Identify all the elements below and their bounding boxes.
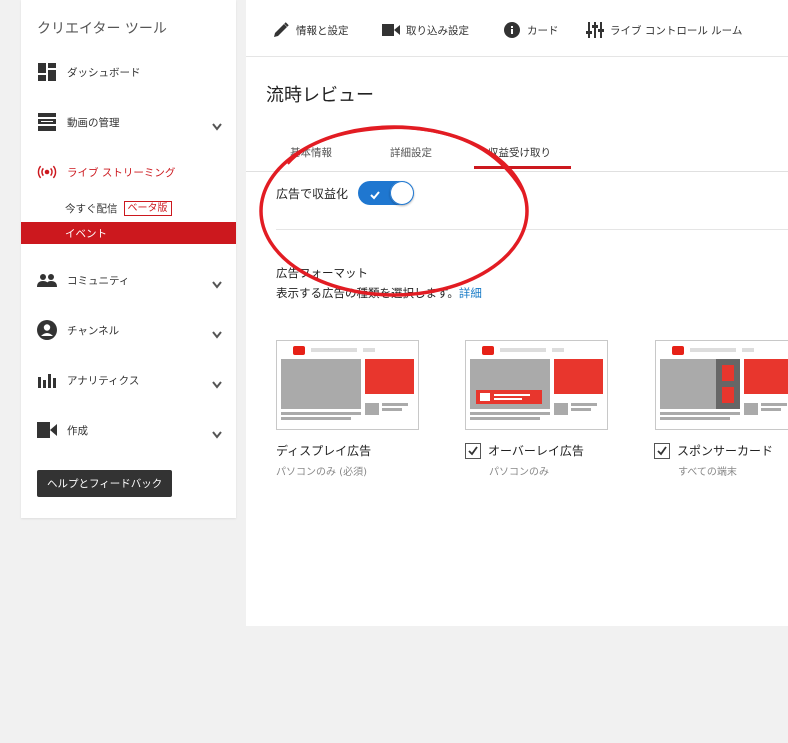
ad-formats-desc-text: 表示する広告の種類を選択します。 — [276, 286, 459, 300]
tab-monetization[interactable]: 収益受け取り — [488, 145, 551, 160]
sidebar-item-label: 動画の管理 — [67, 116, 120, 129]
chevron-down-icon[interactable] — [212, 116, 222, 135]
tab-advanced-settings[interactable]: 詳細設定 — [390, 145, 432, 160]
sponsor-card-preview — [655, 340, 788, 430]
channel-icon — [37, 320, 57, 340]
display-ad-note: パソコンのみ (必須) — [276, 467, 367, 478]
sidebar-item-channel[interactable]: チャンネル — [21, 316, 236, 344]
overlay-ad-checkbox[interactable] — [465, 442, 481, 459]
toolbar-live-control-room[interactable]: ライブ コントロール ルーム — [586, 20, 742, 40]
sidebar-item-label: ダッシュボード — [67, 66, 141, 79]
camera-icon — [382, 21, 400, 39]
toolbar-label: 取り込み設定 — [406, 24, 469, 37]
sidebar-item-label: チャンネル — [67, 324, 120, 337]
monetize-label: 広告で収益化 — [276, 186, 349, 201]
live-icon — [37, 162, 57, 182]
info-icon — [503, 21, 521, 39]
details-link[interactable]: 詳細 — [459, 286, 482, 300]
page-title: 流時レビュー — [266, 85, 374, 106]
monetize-row: 広告で収益化 — [276, 181, 415, 205]
sidebar-sub-stream-now[interactable]: 今すぐ配信 ベータ版 — [21, 198, 236, 218]
monetize-toggle[interactable] — [358, 181, 415, 205]
overlay-ad-label: オーバーレイ広告 — [465, 442, 584, 459]
sidebar-item-analytics[interactable]: アナリティクス — [21, 366, 236, 394]
format-name: オーバーレイ広告 — [488, 444, 584, 458]
sidebar-sub-label: イベント — [65, 227, 107, 240]
display-ad-thumbnail — [281, 346, 414, 420]
pencil-icon — [272, 21, 290, 39]
sidebar-item-label: コミュニティ — [67, 274, 130, 287]
sliders-icon — [586, 21, 604, 39]
format-name: スポンサーカード — [677, 444, 774, 458]
sponsor-card-label: スポンサーカード — [654, 442, 773, 459]
toolbar-label: ライブ コントロール ルーム — [610, 24, 743, 37]
sidebar-item-label: アナリティクス — [67, 374, 140, 387]
sidebar: クリエイター ツール ダッシュボード 動画の管理 ライブ ストリーミング 今すぐ… — [21, 0, 236, 518]
beta-badge: ベータ版 — [123, 200, 172, 216]
active-tab-indicator — [474, 166, 571, 169]
sidebar-sub-label: 今すぐ配信 — [65, 202, 118, 215]
tab-bar: 基本情報 詳細設定 収益受け取り — [246, 141, 788, 172]
main-panel: 流時レビュー 基本情報 詳細設定 収益受け取り 広告で収益化 広告フォーマット … — [246, 57, 788, 626]
dashboard-icon — [37, 62, 57, 82]
help-feedback-button[interactable]: ヘルプとフィードバック — [37, 470, 173, 497]
video-manager-icon — [37, 112, 57, 132]
toolbar-cards[interactable]: カード — [503, 20, 559, 40]
toolbar-label: カード — [527, 24, 559, 37]
sidebar-item-live-streaming[interactable]: ライブ ストリーミング — [21, 158, 236, 186]
sponsor-card-thumbnail — [660, 346, 788, 420]
overlay-ad-preview — [465, 340, 608, 430]
check-icon — [369, 186, 381, 205]
toolbar-info-settings[interactable]: 情報と設定 — [272, 20, 349, 40]
sidebar-item-dashboard[interactable]: ダッシュボード — [21, 58, 236, 86]
sidebar-item-label: 作成 — [67, 424, 88, 437]
ad-formats-title: 広告フォーマット — [276, 266, 368, 280]
analytics-icon — [37, 370, 57, 390]
display-ad-preview — [276, 340, 419, 430]
chevron-down-icon[interactable] — [212, 274, 222, 293]
sidebar-item-label: ライブ ストリーミング — [67, 166, 176, 179]
display-ad-label: ディスプレイ広告 — [276, 442, 371, 459]
toolbar-label: 情報と設定 — [296, 24, 349, 37]
sidebar-title: クリエイター ツール — [37, 21, 167, 37]
tab-basic-info[interactable]: 基本情報 — [290, 145, 332, 160]
check-icon — [468, 445, 478, 455]
sidebar-sub-events[interactable]: イベント — [21, 222, 236, 244]
overlay-ad-note: パソコンのみ — [489, 467, 549, 478]
format-name: ディスプレイ広告 — [276, 444, 372, 458]
sponsor-card-checkbox[interactable] — [654, 442, 670, 459]
sidebar-item-create[interactable]: 作成 — [21, 416, 236, 444]
sponsor-card-note: すべての端末 — [678, 467, 737, 478]
chevron-down-icon[interactable] — [212, 374, 222, 393]
video-camera-icon — [37, 420, 57, 440]
ad-formats-description: 表示する広告の種類を選択します。詳細 — [276, 285, 482, 301]
toggle-knob — [390, 181, 415, 205]
sidebar-item-community[interactable]: コミュニティ — [21, 266, 236, 294]
sidebar-item-video-manager[interactable]: 動画の管理 — [21, 108, 236, 136]
chevron-down-icon[interactable] — [212, 424, 222, 443]
divider — [276, 229, 788, 230]
toolbar: 情報と設定 取り込み設定 カード ライブ コントロール ルーム — [246, 0, 788, 57]
check-icon — [657, 445, 667, 455]
toolbar-ingest-settings[interactable]: 取り込み設定 — [382, 20, 469, 40]
chevron-down-icon[interactable] — [212, 324, 222, 343]
community-icon — [37, 270, 57, 290]
overlay-ad-thumbnail — [470, 346, 603, 420]
